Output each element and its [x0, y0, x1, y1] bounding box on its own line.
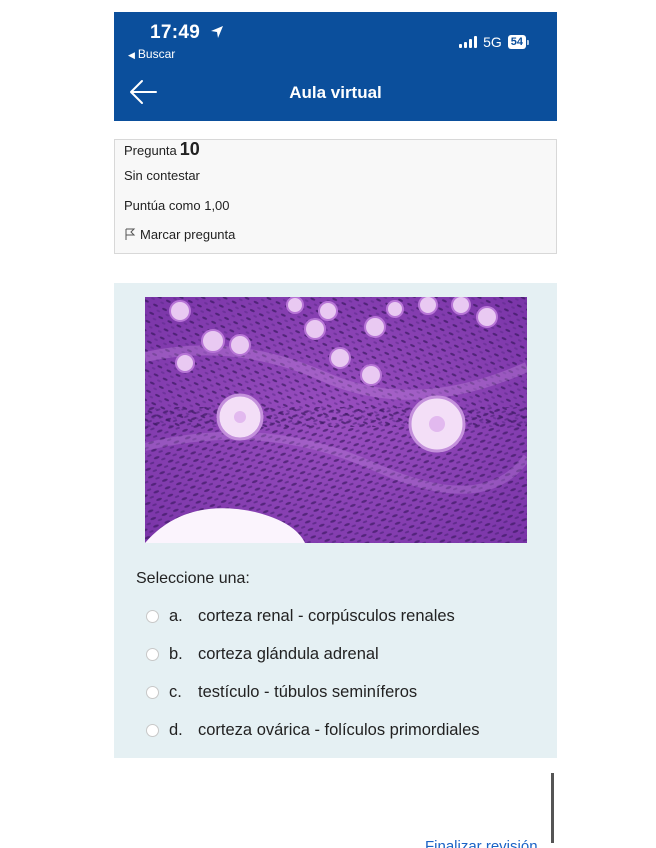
question-number: 10 [179, 139, 200, 159]
option-c[interactable]: c. testículo - túbulos seminíferos [146, 673, 546, 711]
flag-question-link[interactable]: Marcar pregunta [124, 227, 235, 242]
radio-button[interactable] [146, 685, 159, 699]
option-letter: b. [169, 644, 183, 663]
option-letter: d. [169, 720, 183, 739]
option-letter: a. [169, 606, 183, 625]
back-triangle-icon: ◀ [128, 50, 135, 60]
phone-screen: 17:49 ◀ Buscar 5G 54 Aula virtual Pregunt… [114, 12, 557, 848]
flag-icon [125, 228, 136, 240]
question-status: Sin contestar [124, 168, 200, 183]
option-d[interactable]: d. corteza ovárica - folículos primordia… [146, 711, 546, 749]
battery-icon: 54 [507, 35, 529, 49]
question-label-text: Pregunta [124, 143, 177, 158]
app-header: 17:49 ◀ Buscar 5G 54 Aula virtual [114, 12, 557, 121]
option-text: corteza renal - corpúsculos renales [198, 606, 455, 625]
back-to-app-link[interactable]: ◀ Buscar [128, 47, 175, 61]
finish-review-link[interactable]: Finalizar revisión [425, 838, 538, 848]
option-text: testículo - túbulos seminíferos [198, 682, 418, 701]
status-time-text: 17:49 [150, 22, 201, 43]
radio-button[interactable] [146, 723, 159, 737]
back-app-label: Buscar [137, 47, 176, 61]
flag-question-label: Marcar pregunta [140, 227, 236, 242]
battery-level: 54 [507, 35, 526, 49]
answer-prompt: Seleccione una: [136, 570, 250, 587]
option-text: corteza glándula adrenal [198, 644, 379, 663]
option-a[interactable]: a. corteza renal - corpúsculos renales [146, 597, 546, 635]
scroll-divider [551, 773, 554, 843]
question-score: Puntúa como 1,00 [124, 198, 230, 213]
status-time: 17:49 [150, 22, 224, 44]
option-letter: c. [169, 682, 182, 701]
network-label: 5G [483, 34, 502, 50]
question-info-box: Pregunta 10 Sin contestar Puntúa como 1,0… [114, 139, 557, 254]
location-arrow-icon [210, 26, 223, 38]
question-content: Seleccione una: a. corteza renal - corpú… [114, 283, 557, 758]
option-b[interactable]: b. corteza glándula adrenal [146, 635, 546, 673]
page-title: Aula virtual [289, 83, 382, 102]
question-label: Pregunta 10 [124, 139, 200, 160]
radio-button[interactable] [146, 647, 159, 661]
histology-image [145, 297, 527, 543]
option-text: corteza ovárica - folículos primordiales [198, 720, 480, 739]
signal-icon [459, 36, 478, 48]
status-indicators: 5G 54 [459, 34, 529, 50]
radio-button[interactable] [146, 609, 159, 623]
answer-options: a. corteza renal - corpúsculos renales b… [146, 597, 546, 749]
